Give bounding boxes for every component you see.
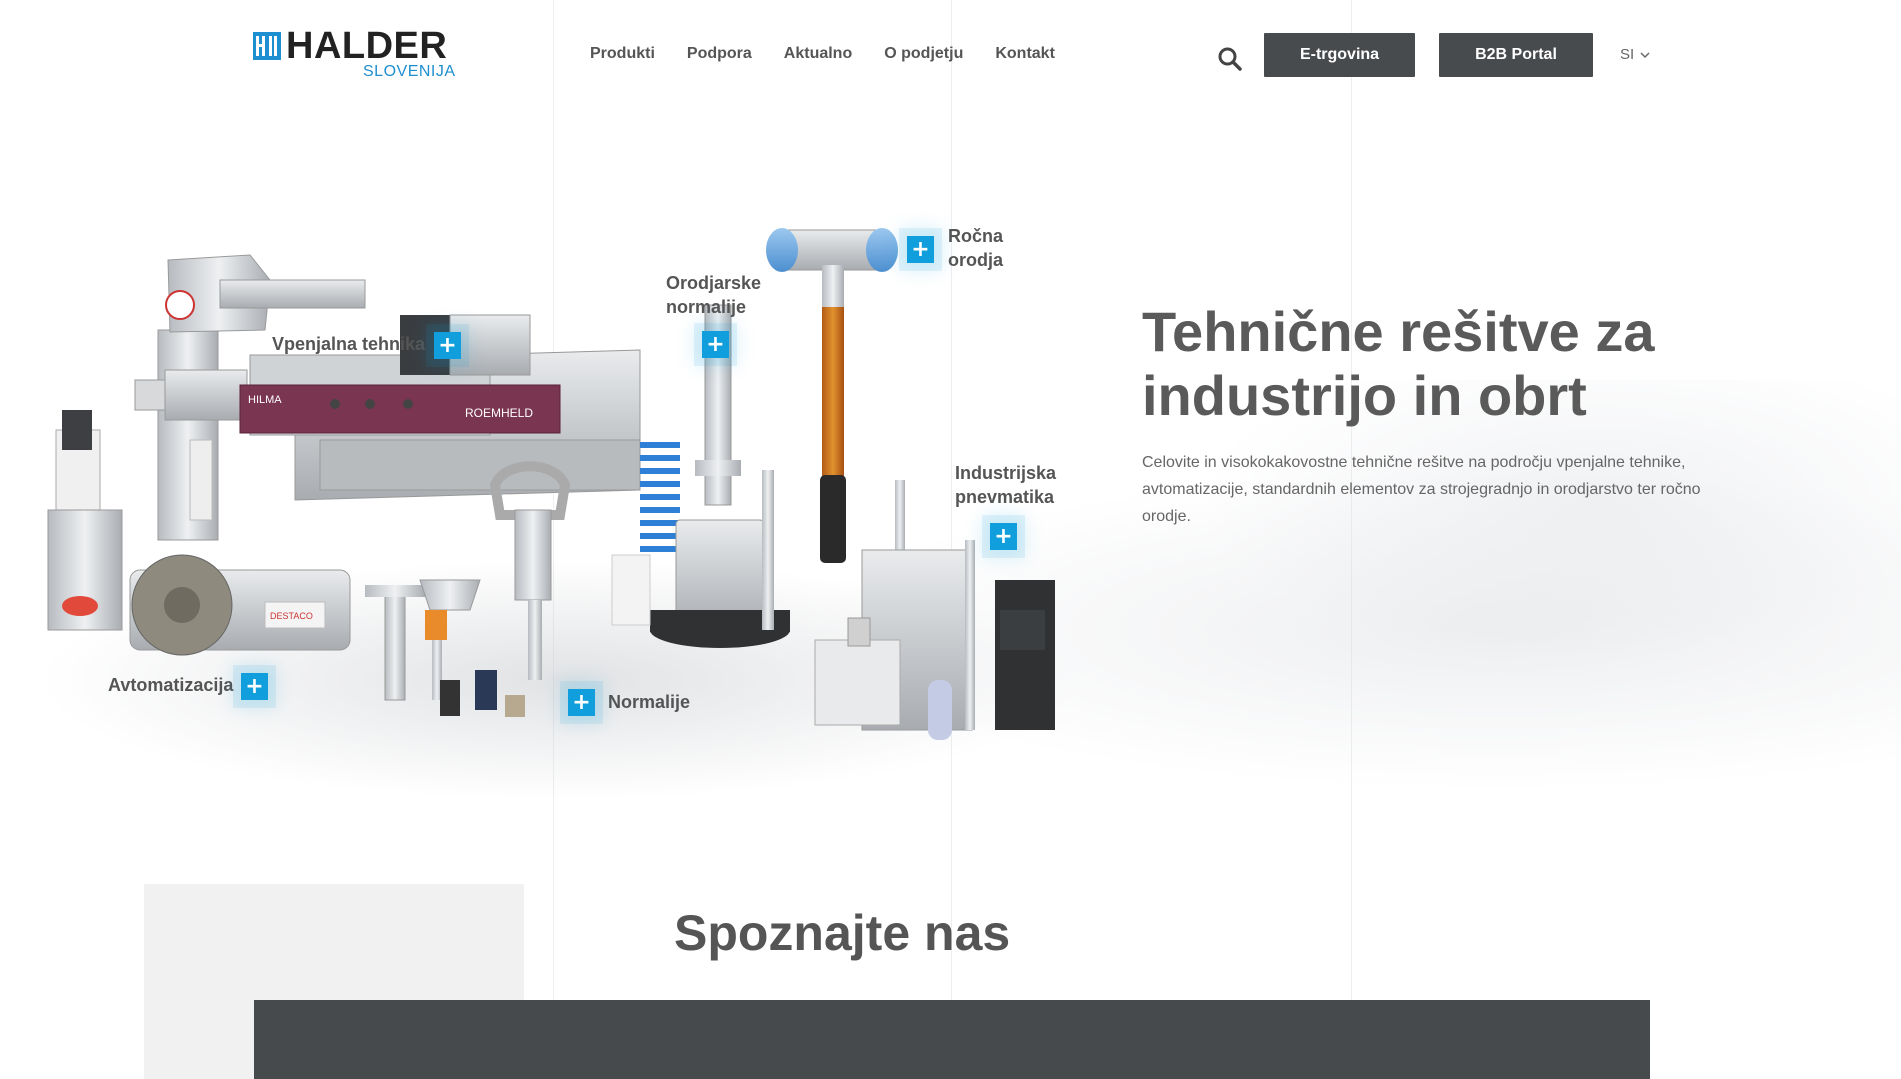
category-label-orodjarske-normalije[interactable]: Orodjarske normalije — [666, 271, 786, 319]
gripper-image — [47, 410, 123, 631]
roemheld-label: ROEMHELD — [465, 406, 533, 420]
dark-content-band — [254, 1000, 1650, 1079]
category-label-rocna-orodja[interactable]: Ročna orodja — [948, 224, 1018, 272]
nav-item-o-podjetju[interactable]: O podjetju — [884, 45, 963, 63]
plus-icon[interactable]: + — [568, 689, 595, 716]
language-code: SI — [1620, 46, 1635, 63]
hero-title: Tehnične rešitve za industrijo in obrt — [1142, 300, 1655, 427]
nav-item-kontakt[interactable]: Kontakt — [995, 45, 1055, 63]
pneumatics-image — [814, 480, 1055, 740]
nav-item-aktualno[interactable]: Aktualno — [784, 45, 852, 63]
category-label-normalije[interactable]: Normalije — [608, 690, 690, 714]
normalia-parts-image — [365, 461, 571, 717]
logo-wordmark: HALDER — [286, 25, 448, 67]
search-icon[interactable] — [1217, 46, 1243, 72]
nav-item-produkti[interactable]: Produkti — [590, 45, 655, 63]
b2b-portal-button[interactable]: B2B Portal — [1439, 33, 1593, 77]
plus-icon[interactable]: + — [907, 236, 934, 263]
plus-icon[interactable]: + — [702, 331, 729, 358]
nav-item-podpora[interactable]: Podpora — [687, 45, 752, 63]
category-label-vpenjalna-tehnika[interactable]: Vpenjalna tehnika — [272, 332, 425, 356]
hero-description: Celovite in visokokakovostne tehnične re… — [1142, 454, 1701, 525]
logo-subtitle: SLOVENIJA — [363, 63, 456, 80]
halder-logo[interactable]: HALDER SLOVENIJA — [253, 26, 456, 82]
plus-icon[interactable]: + — [434, 332, 461, 359]
plus-icon[interactable]: + — [241, 673, 268, 700]
halder-logo-icon — [253, 32, 281, 60]
category-label-avtomatizacija[interactable]: Avtomatizacija — [108, 673, 233, 697]
destaco-label: DESTACO — [270, 611, 313, 621]
hilma-label: HILMA — [248, 394, 282, 406]
rotary-gripper-image: DESTACO — [129, 554, 351, 656]
main-nav: Produkti Podpora Aktualno O podjetju Kon… — [590, 45, 1055, 63]
language-selector[interactable]: SI — [1620, 46, 1650, 63]
section-title: Spoznajte nas — [674, 905, 1011, 961]
plus-icon[interactable]: + — [990, 523, 1017, 550]
e-trgovina-button[interactable]: E-trgovina — [1264, 33, 1415, 77]
chevron-down-icon — [1640, 52, 1650, 59]
category-label-industrijska-pnevmatika[interactable]: Industrijska pnevmatika — [955, 461, 1065, 509]
